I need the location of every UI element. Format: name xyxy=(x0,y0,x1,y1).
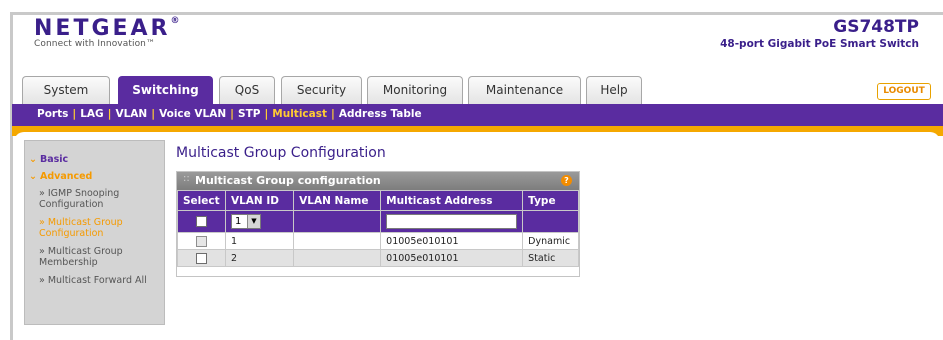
subnav-voice-vlan[interactable]: Voice VLAN xyxy=(159,108,226,120)
product-info: GS748TP 48-port Gigabit PoE Smart Switch xyxy=(720,17,919,50)
subnav-vlan[interactable]: VLAN xyxy=(115,108,147,120)
subnav-address-table[interactable]: Address Table xyxy=(339,108,422,120)
row-type: Dynamic xyxy=(522,232,579,250)
logo-text: NETGEAR xyxy=(34,16,171,41)
row-multicast-address: 01005e010101 xyxy=(380,232,524,250)
drag-handle-icon: :: xyxy=(183,173,190,184)
frame-left-border xyxy=(10,12,13,340)
tab-qos[interactable]: QoS xyxy=(219,76,275,104)
row-multicast-address: 01005e010101 xyxy=(380,249,524,267)
table-input-row: 1 ▼ xyxy=(177,210,579,233)
row-vlan-id: 2 xyxy=(224,249,295,267)
sidebar-advanced[interactable]: ⌄ Advanced xyxy=(29,171,92,182)
table-row: 1 01005e010101 Dynamic xyxy=(177,232,579,250)
table-header-row: Select VLAN ID VLAN Name Multicast Addre… xyxy=(177,190,579,211)
sidebar: ⌄ Basic ⌄ Advanced » IGMP Snooping Configu… xyxy=(24,140,165,325)
row-checkbox[interactable] xyxy=(195,235,207,247)
row-checkbox[interactable] xyxy=(195,252,207,264)
panel-header: :: Multicast Group configuration ? xyxy=(177,172,579,190)
multicast-group-panel: :: Multicast Group configuration ? Selec… xyxy=(176,171,580,277)
multicast-address-input[interactable] xyxy=(386,214,518,229)
logo-registered: ® xyxy=(170,16,183,26)
sidebar-item-multicast-group-membership[interactable]: » Multicast Group Membership xyxy=(39,246,161,268)
page-title: Multicast Group Configuration xyxy=(176,145,386,161)
sidebar-item-igmp-snooping[interactable]: » IGMP Snooping Configuration xyxy=(39,188,161,210)
select-all-checkbox[interactable] xyxy=(195,216,207,227)
subnav-multicast[interactable]: Multicast xyxy=(272,108,327,120)
sidebar-basic[interactable]: ⌄ Basic xyxy=(29,154,68,165)
logout-button[interactable]: LOGOUT xyxy=(877,83,931,100)
netgear-logo: NETGEAR® Connect with Innovation™ xyxy=(34,16,183,49)
dropdown-arrow-icon: ▼ xyxy=(246,215,260,228)
chevron-down-icon: ⌄ xyxy=(29,171,37,182)
column-header-select: Select xyxy=(177,190,226,211)
frame-top-border xyxy=(10,12,943,15)
row-vlan-name xyxy=(293,249,382,267)
subnav-ports[interactable]: Ports xyxy=(37,108,68,120)
vlan-id-select[interactable]: 1 ▼ xyxy=(230,214,261,229)
tab-monitoring[interactable]: Monitoring xyxy=(367,76,463,104)
row-type: Static xyxy=(522,249,579,267)
tab-maintenance[interactable]: Maintenance xyxy=(468,76,581,104)
chevron-down-icon: ⌄ xyxy=(29,154,37,165)
table-row: 2 01005e010101 Static xyxy=(177,249,579,267)
subnav-lag[interactable]: LAG xyxy=(80,108,103,120)
tab-help[interactable]: Help xyxy=(586,76,642,104)
subnav-stp[interactable]: STP xyxy=(238,108,260,120)
panel-title: Multicast Group configuration xyxy=(195,174,381,187)
sub-navigation: Ports | LAG | VLAN | Voice VLAN | STP | Multicast |… xyxy=(12,104,943,126)
tab-security[interactable]: Security xyxy=(281,76,362,104)
multicast-table: Select VLAN ID VLAN Name Multicast Addre… xyxy=(177,190,579,267)
page-frame: NETGEAR® Connect with Innovation™ GS748T… xyxy=(0,0,943,340)
column-header-vlan-id: VLAN ID xyxy=(224,190,295,211)
help-icon[interactable]: ? xyxy=(561,175,572,186)
column-header-type: Type xyxy=(522,190,579,211)
product-description: 48-port Gigabit PoE Smart Switch xyxy=(720,38,919,50)
column-header-multicast-address: Multicast Address xyxy=(380,190,524,211)
tab-system[interactable]: System xyxy=(22,76,110,104)
product-model: GS748TP xyxy=(833,17,919,37)
row-vlan-id: 1 xyxy=(224,232,295,250)
sidebar-item-multicast-group-config[interactable]: » Multicast Group Configuration xyxy=(39,217,161,239)
sidebar-item-multicast-forward-all[interactable]: » Multicast Forward All xyxy=(39,275,161,286)
row-vlan-name xyxy=(293,232,382,250)
tab-switching[interactable]: Switching xyxy=(118,76,213,104)
column-header-vlan-name: VLAN Name xyxy=(293,190,382,211)
